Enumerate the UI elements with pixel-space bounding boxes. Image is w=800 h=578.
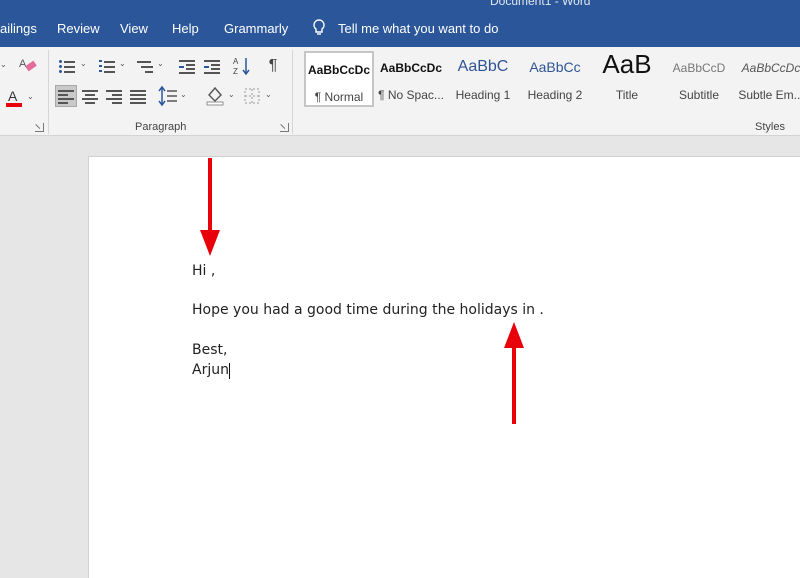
align-left-icon[interactable] (55, 85, 77, 107)
style-name: Heading 2 (527, 88, 583, 102)
sort-icon[interactable]: A Z (232, 55, 252, 77)
tell-me-search[interactable]: Tell me what you want to do (338, 21, 498, 36)
doc-body-line[interactable]: Hope you had a good time during the holi… (192, 302, 544, 318)
tab-review[interactable]: Review (57, 21, 100, 36)
justify-icon[interactable] (128, 85, 148, 107)
style-subtitle[interactable]: AaBbCcD Subtitle (664, 51, 734, 107)
svg-text:A: A (233, 57, 239, 66)
window-title: Document1 - Word (490, 0, 591, 8)
font-color-dropdown-icon[interactable]: ⌄ (27, 92, 34, 101)
tab-mailings[interactable]: ailings (0, 21, 37, 36)
multilevel-list-icon[interactable] (135, 55, 155, 77)
style-sample: AaBbCcDc (307, 63, 370, 77)
doc-signature[interactable]: Arjun (192, 362, 229, 378)
svg-text:A: A (19, 58, 27, 70)
style-normal[interactable]: AaBbCcDc ¶ Normal (304, 51, 374, 107)
styles-group-label: Styles (755, 121, 785, 133)
numbering-icon[interactable] (97, 55, 117, 77)
style-subtle-emphasis[interactable]: AaBbCcDc Subtle Em... (736, 51, 800, 107)
annotation-arrow-down (208, 158, 212, 234)
annotation-arrow-head (504, 322, 524, 348)
style-sample: AaBbCcDc (379, 61, 442, 75)
chevron-down-icon[interactable]: ⌄ (80, 59, 87, 68)
increase-indent-icon[interactable] (201, 55, 223, 77)
tab-help[interactable]: Help (172, 21, 199, 36)
decrease-indent-icon[interactable] (176, 55, 198, 77)
style-name: Subtitle (678, 88, 720, 102)
clear-formatting-icon[interactable]: A (18, 55, 38, 75)
style-heading-2[interactable]: AaBbCc Heading 2 (520, 51, 590, 107)
styles-gallery: AaBbCcDc ¶ Normal AaBbCcDc ¶ No Spac... … (302, 49, 800, 109)
style-sample: AaB (602, 49, 652, 79)
divider (48, 50, 49, 134)
paragraph-group-label: Paragraph (135, 121, 187, 133)
ribbon: A ⌄ A ⌄ ⌄ ⌄ ⌄ A Z ¶ ⌄ ⌄ ⌄ Paragraph AaBb… (0, 47, 800, 136)
chevron-down-icon[interactable]: ⌄ (119, 59, 126, 68)
style-sample: AaBbCc (529, 59, 581, 75)
lightbulb-icon[interactable] (311, 18, 327, 38)
chevron-down-icon[interactable]: ⌄ (0, 60, 7, 69)
style-heading-1[interactable]: AaBbC Heading 1 (448, 51, 518, 107)
chevron-down-icon[interactable]: ⌄ (265, 90, 272, 99)
tab-grammarly[interactable]: Grammarly (224, 21, 288, 36)
style-sample: AaBbCcD (672, 61, 726, 75)
style-name: Title (615, 88, 639, 102)
font-color-icon[interactable]: A (4, 87, 24, 109)
doc-closing[interactable]: Best, (192, 342, 227, 358)
text-cursor (229, 363, 230, 379)
chevron-down-icon[interactable]: ⌄ (180, 90, 187, 99)
style-sample: AaBbC (457, 58, 509, 75)
style-name: Heading 1 (455, 88, 511, 102)
annotation-arrow-up (512, 344, 516, 424)
style-sample: AaBbCcDc (741, 61, 800, 75)
svg-text:A: A (8, 88, 18, 104)
divider (292, 50, 293, 134)
annotation-arrow-head (200, 230, 220, 256)
align-right-icon[interactable] (104, 85, 124, 107)
svg-text:Z: Z (233, 67, 238, 76)
font-group-launcher-icon[interactable] (35, 123, 44, 132)
style-name: ¶ Normal (314, 90, 364, 104)
tab-view[interactable]: View (120, 21, 148, 36)
shading-icon[interactable] (205, 85, 225, 107)
chevron-down-icon[interactable]: ⌄ (228, 90, 235, 99)
show-formatting-marks-icon[interactable]: ¶ (263, 55, 283, 77)
borders-icon[interactable] (243, 85, 261, 107)
style-name: ¶ No Spac... (378, 88, 444, 102)
style-title[interactable]: AaB Title (592, 49, 662, 107)
bullets-icon[interactable] (57, 55, 77, 77)
style-name: Subtle Em... (738, 88, 800, 102)
doc-greeting[interactable]: Hi , (192, 263, 215, 279)
align-center-icon[interactable] (80, 85, 100, 107)
paragraph-group-launcher-icon[interactable] (280, 123, 289, 132)
title-bar: Document1 - Word ailings Review View Hel… (0, 0, 800, 47)
chevron-down-icon[interactable]: ⌄ (157, 59, 164, 68)
line-spacing-icon[interactable] (158, 85, 178, 107)
style-no-spacing[interactable]: AaBbCcDc ¶ No Spac... (376, 51, 446, 107)
